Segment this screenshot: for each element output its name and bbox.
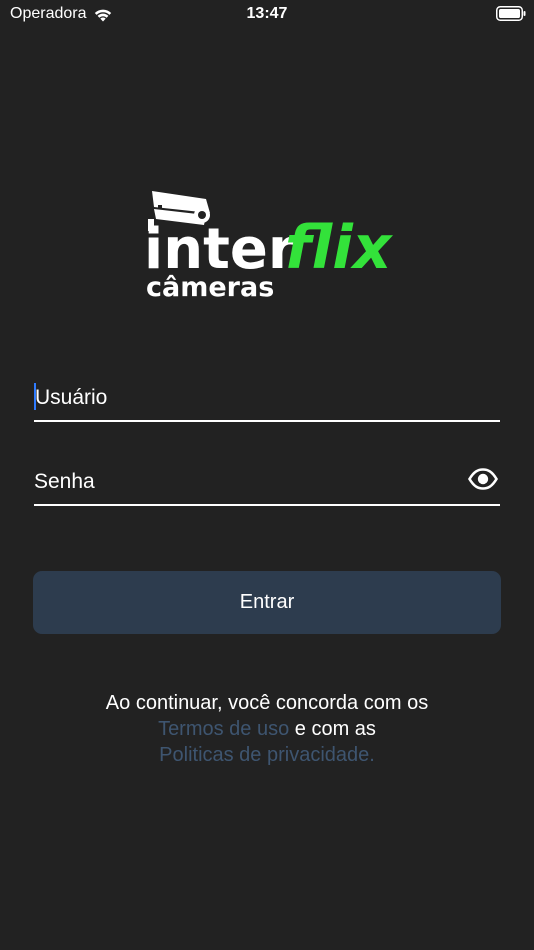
username-input[interactable] — [34, 380, 455, 416]
password-input[interactable] — [34, 464, 454, 500]
logo-cameras-text: câmeras — [146, 272, 274, 303]
terms-line-2: Termos de uso e com as — [0, 716, 534, 742]
username-field[interactable] — [34, 380, 500, 422]
terms-line-3: Politicas de privacidade. — [0, 742, 534, 768]
eye-icon[interactable] — [468, 468, 498, 490]
logo-flix-text: flix — [285, 213, 394, 283]
login-screen: Operadora 13:47 inter flix câmeras Usuár… — [0, 0, 534, 950]
status-bar: Operadora 13:47 — [0, 0, 534, 30]
terms-notice: Ao continuar, você concorda com os Termo… — [0, 690, 534, 768]
text-caret — [34, 383, 36, 410]
password-field[interactable] — [34, 464, 500, 506]
battery-icon — [496, 6, 526, 21]
login-button[interactable]: Entrar — [33, 571, 501, 634]
interflix-logo: inter flix câmeras — [144, 191, 394, 303]
terms-and-text: e com as — [289, 718, 376, 740]
privacy-policy-link[interactable]: Politicas de privacidade. — [159, 744, 375, 766]
terms-intro-text: Ao continuar, você concorda com os — [105, 692, 429, 714]
terms-of-use-link[interactable]: Termos de uso — [158, 718, 289, 740]
status-time: 13:47 — [246, 5, 288, 22]
